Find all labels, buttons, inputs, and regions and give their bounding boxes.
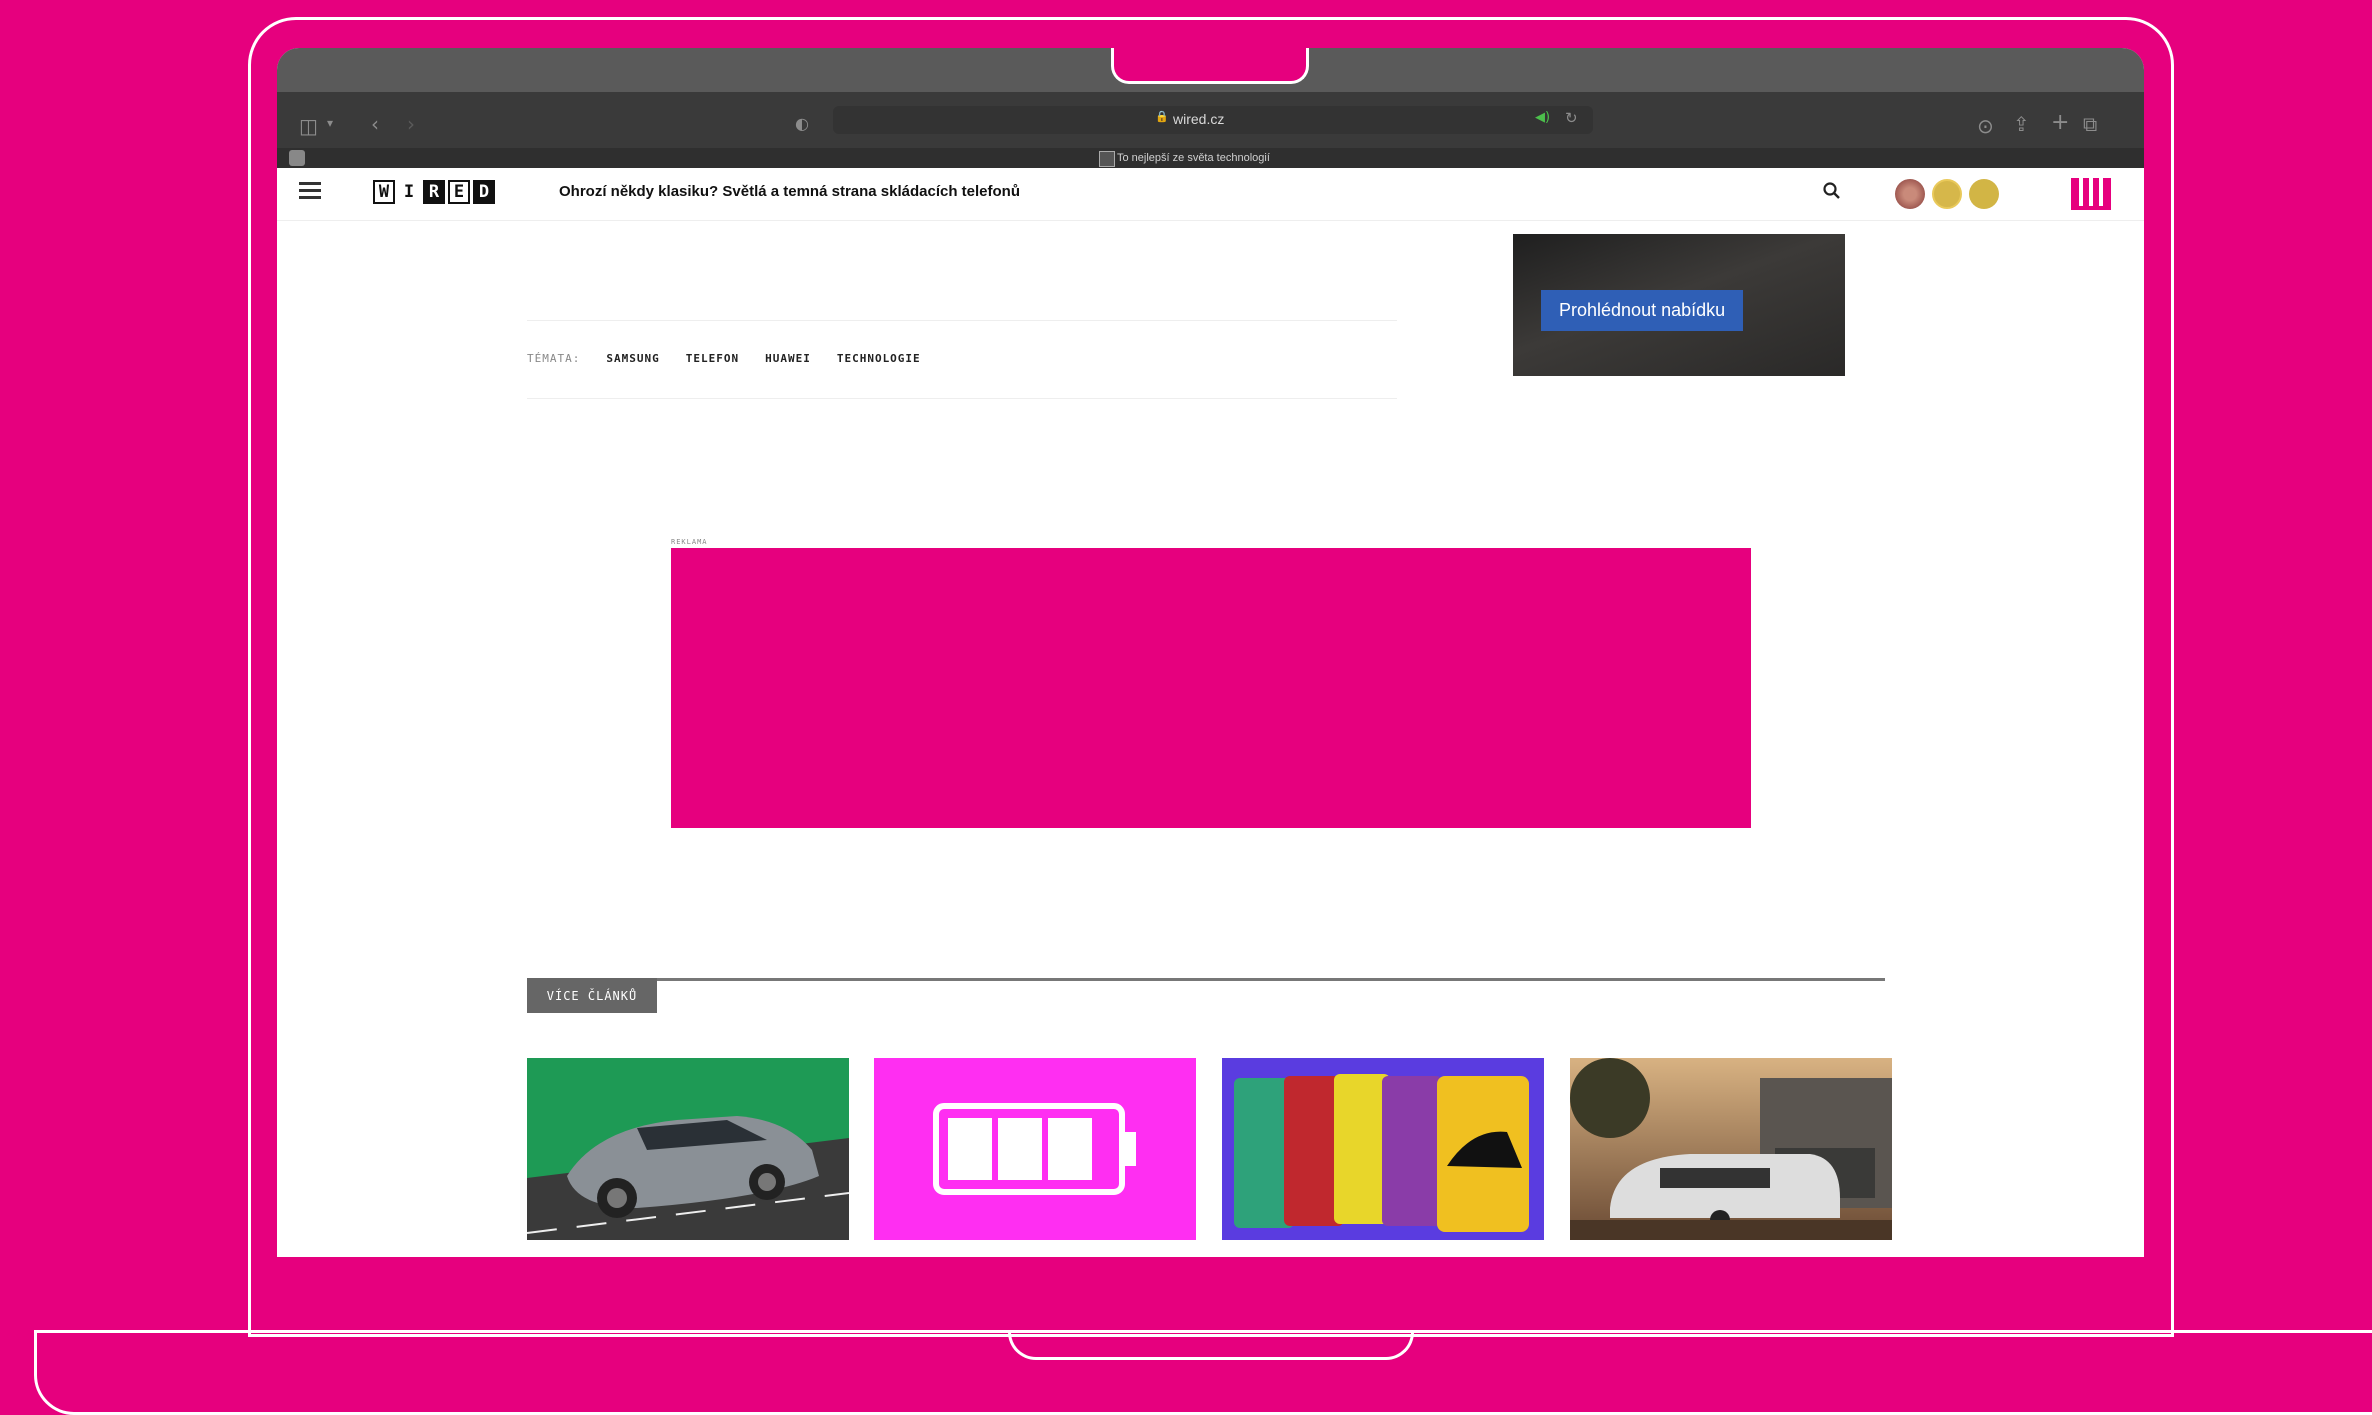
tab-bar: To nejlepší ze světa technologií: [277, 148, 2144, 168]
partner-logo-icon[interactable]: [1932, 179, 1962, 209]
topic-tags: TÉMATA: SAMSUNG TELEFON HUAWEI TECHNOLOG…: [527, 352, 921, 365]
site-header: W I R E D Ohrozí někdy klasiku? Světlá a…: [277, 168, 2144, 221]
partner-logo-icon[interactable]: [1895, 179, 1925, 209]
tag-link[interactable]: HUAWEI: [765, 352, 811, 365]
logo-letter: W: [373, 180, 395, 204]
pinned-tab-icon[interactable]: [289, 150, 305, 166]
url-text: wired.cz: [1173, 111, 1225, 127]
logo-letter: I: [398, 180, 420, 204]
w-brand-logo-icon[interactable]: [2069, 176, 2113, 214]
article-card-image[interactable]: [1570, 1058, 1892, 1240]
camera-notch: [1111, 48, 1309, 84]
reload-icon[interactable]: ↻: [1565, 109, 1578, 127]
new-tab-icon[interactable]: +: [2051, 110, 2069, 135]
address-bar[interactable]: wired.cz 🔒 ◀) ↻: [833, 106, 1593, 134]
back-icon[interactable]: ‹: [371, 112, 379, 136]
search-icon[interactable]: [1821, 180, 1843, 202]
audio-icon[interactable]: ◀): [1535, 110, 1550, 125]
tab-title[interactable]: To nejlepší ze světa technologií: [1117, 152, 1270, 164]
logo-letter: E: [448, 180, 470, 204]
share-icon[interactable]: ⇪: [2013, 112, 2030, 136]
tag-link[interactable]: SAMSUNG: [606, 352, 659, 365]
article-card-image[interactable]: [527, 1058, 849, 1240]
tag-link[interactable]: TELEFON: [686, 352, 739, 365]
article-card-image[interactable]: [874, 1058, 1196, 1240]
ad-banner[interactable]: [671, 548, 1751, 828]
section-divider: [527, 978, 1885, 981]
article-title[interactable]: Ohrozí někdy klasiku? Světlá a temná str…: [559, 183, 1020, 200]
download-icon[interactable]: ⊙: [1977, 114, 1994, 138]
sidebar-ad: Prohlédnout nabídku: [1513, 234, 1845, 376]
divider: [527, 320, 1397, 321]
article-card-image[interactable]: [1222, 1058, 1544, 1240]
laptop-trackpad-notch: [1008, 1330, 1414, 1360]
forward-icon[interactable]: ›: [407, 112, 415, 136]
privacy-shield-icon[interactable]: ◐: [795, 114, 809, 133]
chevron-down-icon[interactable]: ▾: [327, 116, 333, 130]
hamburger-menu-icon[interactable]: [299, 182, 321, 199]
divider: [527, 398, 1397, 399]
partner-logo-icon[interactable]: [1969, 179, 1999, 209]
wired-logo[interactable]: W I R E D: [373, 180, 495, 204]
laptop-screen: ◫ ▾ ‹ › ◐ wired.cz 🔒 ◀) ↻ ⊙ ⇪ + ⧉ To nej…: [277, 48, 2144, 1257]
tag-link[interactable]: TECHNOLOGIE: [837, 352, 921, 365]
tab-overview-icon[interactable]: ⧉: [2083, 112, 2097, 136]
ad-label: REKLAMA: [671, 538, 708, 546]
lock-icon: 🔒: [1155, 110, 1169, 123]
logo-letter: D: [473, 180, 495, 204]
logo-letter: R: [423, 180, 445, 204]
tab-favicon-icon: [1099, 151, 1115, 167]
more-articles-label: VÍCE ČLÁNKŮ: [527, 978, 657, 1013]
sidebar-toggle-icon[interactable]: ◫: [299, 114, 318, 138]
tags-label: TÉMATA:: [527, 352, 581, 365]
view-offer-button[interactable]: Prohlédnout nabídku: [1541, 290, 1744, 331]
